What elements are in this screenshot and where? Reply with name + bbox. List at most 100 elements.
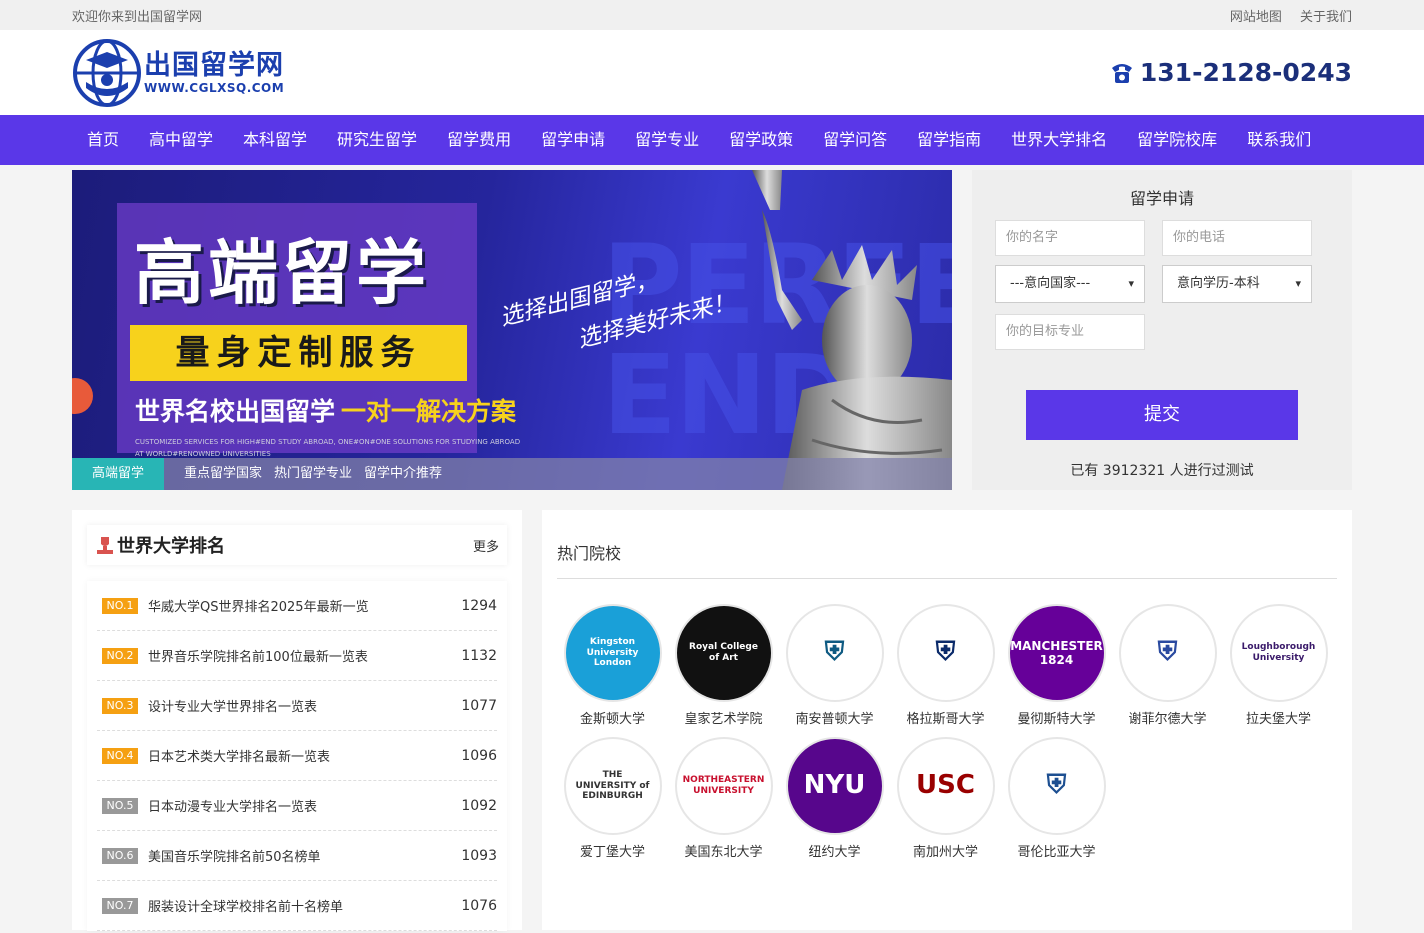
school-logo[interactable]: MANCHESTER 1824 <box>1007 604 1106 702</box>
test-count-text: 已有 3912321 人进行过测试 <box>1070 463 1254 479</box>
nav-item[interactable]: 留学问答 <box>808 115 902 165</box>
name-input[interactable]: 你的名字 <box>995 220 1145 256</box>
school-card[interactable]: MANCHESTER 1824 曼彻斯特大学 <box>1001 604 1112 727</box>
school-card[interactable]: Loughborough University 拉夫堡大学 <box>1223 604 1334 727</box>
rank-title[interactable]: 华威大学QS世界排名2025年最新一览 <box>148 596 461 615</box>
hot-schools-panel: 热门院校 Kingston University London 金斯顿大学 Roya… <box>542 510 1352 930</box>
ranking-row[interactable]: NO.5 日本动漫专业大学排名一览表 1092 <box>97 781 497 831</box>
rank-view-count: 1294 <box>461 597 497 614</box>
welcome-text: 欢迎你来到出国留学网 <box>72 9 203 25</box>
rank-number-badge: NO.6 <box>102 847 138 864</box>
nav-item[interactable]: 留学政策 <box>714 115 808 165</box>
school-card[interactable]: NORTHEASTERN UNIVERSITY 美国东北大学 <box>668 737 779 860</box>
banner-tabs: 高端留学 重点留学国家 热门留学专业 留学中介推荐 <box>72 458 952 490</box>
school-name[interactable]: 曼彻斯特大学 <box>1001 708 1112 727</box>
rank-title[interactable]: 服装设计全球学校排名前十名榜单 <box>148 896 461 915</box>
school-card[interactable]: NYU 纽约大学 <box>779 737 890 860</box>
nav-item[interactable]: 留学费用 <box>432 115 526 165</box>
top-links: 网站地图 关于我们 <box>1216 6 1352 25</box>
school-card[interactable]: ⛨ 南安普顿大学 <box>779 604 890 727</box>
nav-item[interactable]: 留学专业 <box>620 115 714 165</box>
ranking-row[interactable]: NO.3 设计专业大学世界排名一览表 1077 <box>97 681 497 731</box>
school-logo[interactable]: ⛨ <box>785 604 884 702</box>
school-name[interactable]: 格拉斯哥大学 <box>890 708 1001 727</box>
rank-view-count: 1132 <box>461 647 497 664</box>
about-link[interactable]: 关于我们 <box>1300 10 1352 25</box>
school-name[interactable]: 纽约大学 <box>779 841 890 860</box>
nav-item[interactable]: 首页 <box>72 115 134 165</box>
banner-english-text: CUSTOMIZED SERVICES FOR HIGH#END STUDY A… <box>135 438 521 458</box>
school-name[interactable]: 南安普顿大学 <box>779 708 890 727</box>
rank-view-count: 1096 <box>461 747 497 764</box>
school-logo[interactable]: ⛨ <box>896 604 995 702</box>
school-card[interactable]: Royal College of Art 皇家艺术学院 <box>668 604 779 727</box>
school-card[interactable]: ⛨ 格拉斯哥大学 <box>890 604 1001 727</box>
nav-item[interactable]: 研究生留学 <box>322 115 432 165</box>
rank-title[interactable]: 世界音乐学院排名前100位最新一览表 <box>148 646 461 665</box>
nav-item[interactable]: 留学申请 <box>526 115 620 165</box>
banner-tab[interactable]: 高端留学 <box>72 458 165 490</box>
ranking-row[interactable]: NO.7 服装设计全球学校排名前十名榜单 1076 <box>97 881 497 931</box>
ranking-row[interactable]: NO.4 日本艺术类大学排名最新一览表 1096 <box>97 731 497 781</box>
school-name[interactable]: 美国东北大学 <box>668 841 779 860</box>
rank-title[interactable]: 设计专业大学世界排名一览表 <box>148 696 461 715</box>
nav-item[interactable]: 联系我们 <box>1232 115 1326 165</box>
school-logo[interactable]: Kingston University London <box>563 604 662 702</box>
school-name[interactable]: 金斯顿大学 <box>557 708 668 727</box>
ranking-row[interactable]: NO.6 美国音乐学院排名前50名榜单 1093 <box>97 831 497 881</box>
phone-icon <box>1111 63 1132 83</box>
banner-tab[interactable]: 热门留学专业 <box>268 458 358 490</box>
nav-item[interactable]: 高中留学 <box>134 115 228 165</box>
school-name[interactable]: 谢菲尔德大学 <box>1112 708 1223 727</box>
school-card[interactable]: THE UNIVERSITY of EDINBURGH 爱丁堡大学 <box>557 737 668 860</box>
site-logo[interactable]: 出国留学网 WWW.CGLXSQ.COM <box>72 38 284 108</box>
school-logo[interactable]: THE UNIVERSITY of EDINBURGH <box>563 737 662 835</box>
school-name[interactable]: 爱丁堡大学 <box>557 841 668 860</box>
school-logo[interactable]: ⛨ <box>1118 604 1217 702</box>
rank-title[interactable]: 日本艺术类大学排名最新一览表 <box>148 746 461 765</box>
school-grid: Kingston University London 金斯顿大学 Royal Col… <box>557 604 1337 870</box>
form-title: 留学申请 <box>1129 189 1194 208</box>
application-form: 留学申请 你的名字 你的电话 ---意向国家--- ▾ 意向学历-本科 ▾ 你的目标… <box>972 170 1352 490</box>
ranking-row[interactable]: NO.1 华威大学QS世界排名2025年最新一览 1294 <box>97 581 497 631</box>
rank-title[interactable]: 日本动漫专业大学排名一览表 <box>148 796 461 815</box>
phone-input[interactable]: 你的电话 <box>1162 220 1312 256</box>
school-card[interactable]: ⛨ 哥伦比亚大学 <box>1001 737 1112 860</box>
school-card[interactable]: ⛨ 谢菲尔德大学 <box>1112 604 1223 727</box>
nav-item[interactable]: 留学指南 <box>902 115 996 165</box>
nav-item[interactable]: 世界大学排名 <box>996 115 1122 165</box>
hot-schools-title: 热门院校 <box>557 525 1337 579</box>
logo-subtitle: WWW.CGLXSQ.COM <box>144 80 285 95</box>
rank-number-badge: NO.2 <box>102 647 138 664</box>
school-logo[interactable]: NYU <box>785 737 884 835</box>
school-name[interactable]: 南加州大学 <box>890 841 1001 860</box>
sitemap-link[interactable]: 网站地图 <box>1230 10 1282 25</box>
school-card[interactable]: USC 南加州大学 <box>890 737 1001 860</box>
ranking-list: NO.1 华威大学QS世界排名2025年最新一览 1294 NO.2 世界音乐学院排名前… <box>87 581 507 931</box>
banner-prev-dot[interactable] <box>72 378 93 414</box>
ranking-row[interactable]: NO.2 世界音乐学院排名前100位最新一览表 1132 <box>97 631 497 681</box>
rank-title[interactable]: 美国音乐学院排名前50名榜单 <box>148 846 461 865</box>
banner-tab[interactable]: 重点留学国家 <box>178 458 268 490</box>
nav-item[interactable]: 留学院校库 <box>1122 115 1232 165</box>
school-logo[interactable]: Royal College of Art <box>674 604 773 702</box>
school-logo[interactable]: ⛨ <box>1007 737 1106 835</box>
banner-tab[interactable]: 留学中介推荐 <box>358 458 448 490</box>
country-select[interactable]: ---意向国家--- ▾ <box>995 265 1145 303</box>
school-logo[interactable]: Loughborough University <box>1229 604 1328 702</box>
globe-logo-icon <box>73 38 141 107</box>
school-name[interactable]: 皇家艺术学院 <box>668 708 779 727</box>
ranking-more-link[interactable]: 更多 <box>473 536 499 555</box>
school-name[interactable]: 哥伦比亚大学 <box>1001 841 1112 860</box>
school-logo[interactable]: NORTHEASTERN UNIVERSITY <box>674 737 773 835</box>
hero-banner[interactable]: PERFEC END 高端留学 量身定制服务 世界名校出国留学一对一解决方案 C… <box>72 170 952 490</box>
submit-button[interactable]: 提交 <box>1026 390 1298 440</box>
nav-item[interactable]: 本科留学 <box>228 115 322 165</box>
school-name[interactable]: 拉夫堡大学 <box>1223 708 1334 727</box>
rank-number-badge: NO.7 <box>102 897 138 914</box>
major-input[interactable]: 你的目标专业 <box>995 314 1145 350</box>
school-card[interactable]: Kingston University London 金斯顿大学 <box>557 604 668 727</box>
degree-select[interactable]: 意向学历-本科 ▾ <box>1162 265 1312 303</box>
school-logo[interactable]: USC <box>896 737 995 835</box>
ranking-panel: 世界大学排名 更多 NO.1 华威大学QS世界排名2025年最新一览 1294 NO.… <box>72 510 522 931</box>
